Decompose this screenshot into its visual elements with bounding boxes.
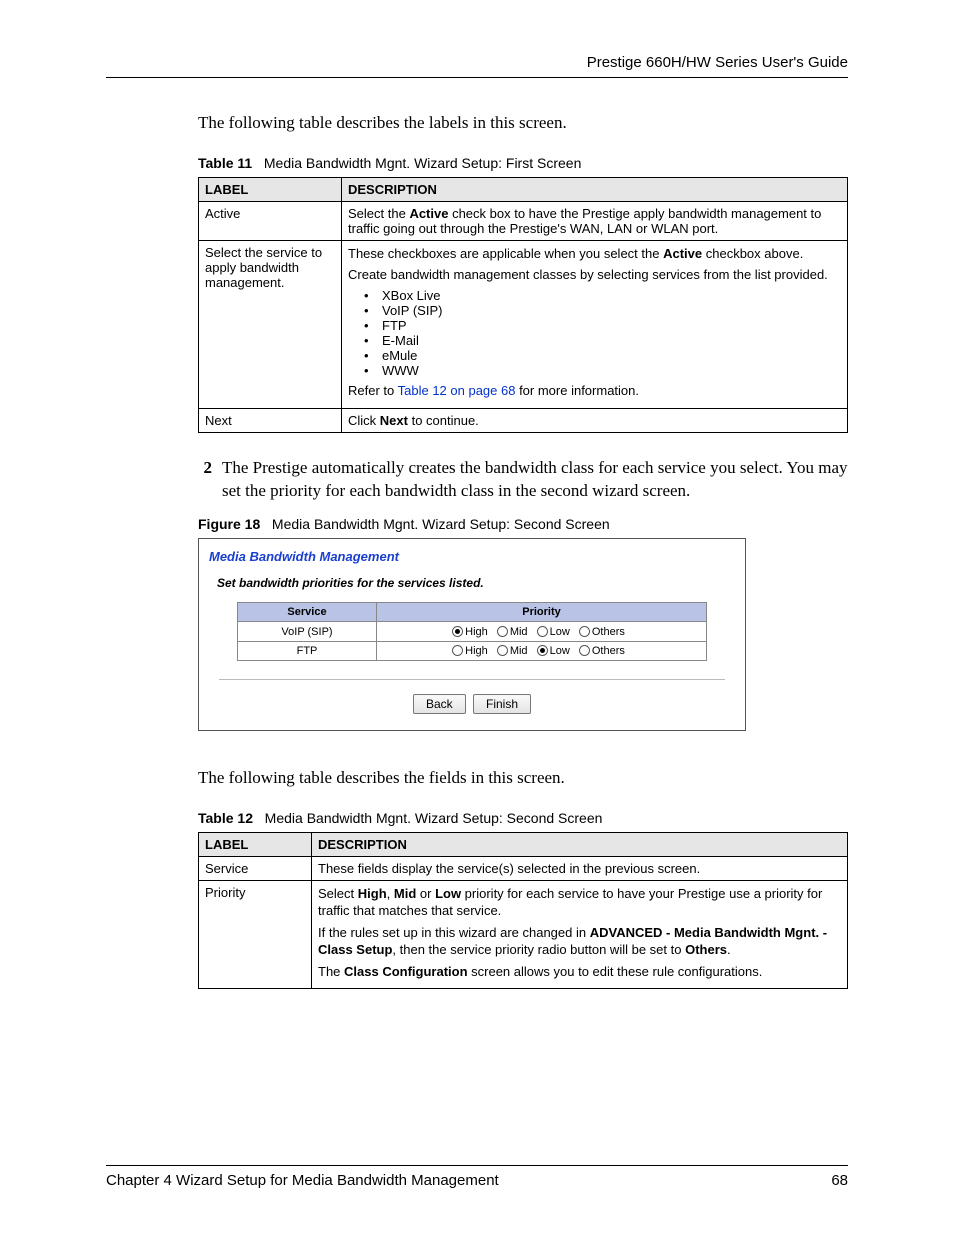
cell-desc: Click Next to continue. — [342, 408, 848, 432]
running-header: Prestige 660H/HW Series User's Guide — [106, 54, 848, 77]
priority-options: High Mid Low Others — [377, 622, 707, 641]
cell-label: Next — [199, 408, 342, 432]
table-row: Next Click Next to continue. — [199, 408, 848, 432]
wizard-title: Media Bandwidth Management — [209, 549, 735, 564]
table-12: LABEL DESCRIPTION Service These fields d… — [198, 832, 848, 990]
table-12-head-desc: DESCRIPTION — [312, 832, 848, 856]
cell-label: Select the service to apply bandwidth ma… — [199, 240, 342, 408]
table-12-caption-number: Table 12 — [198, 810, 253, 826]
footer-page-number: 68 — [831, 1172, 848, 1189]
step-text: The Prestige automatically creates the b… — [222, 457, 848, 503]
table-12-caption-title: Media Bandwidth Mgnt. Wizard Setup: Seco… — [265, 810, 603, 826]
list-item: FTP — [364, 318, 841, 333]
radio-low[interactable] — [537, 645, 548, 656]
list-item: XBox Live — [364, 288, 841, 303]
cell-desc: These fields display the service(s) sele… — [312, 856, 848, 880]
priority-head-priority: Priority — [377, 603, 707, 622]
cell-desc: Select the Active check box to have the … — [342, 201, 848, 240]
table-11-caption: Table 11 Media Bandwidth Mgnt. Wizard Se… — [198, 155, 848, 171]
intro-paragraph-2: The following table describes the fields… — [198, 767, 848, 790]
priority-options: High Mid Low Others — [377, 641, 707, 660]
table-row: Active Select the Active check box to ha… — [199, 201, 848, 240]
radio-low[interactable] — [537, 626, 548, 637]
list-item: eMule — [364, 348, 841, 363]
radio-others[interactable] — [579, 645, 590, 656]
footer-rule — [106, 1165, 848, 1166]
list-item: E-Mail — [364, 333, 841, 348]
table-12-head-label: LABEL — [199, 832, 312, 856]
cell-label: Active — [199, 201, 342, 240]
service-list: XBox Live VoIP (SIP) FTP E-Mail eMule WW… — [348, 288, 841, 378]
priority-row: FTP High Mid Low Others — [238, 641, 707, 660]
list-item: WWW — [364, 363, 841, 378]
header-rule — [106, 77, 848, 78]
cell-label: Priority — [199, 880, 312, 989]
table-12-caption: Table 12 Media Bandwidth Mgnt. Wizard Se… — [198, 810, 848, 826]
step-number: 2 — [198, 457, 212, 503]
priority-row: VoIP (SIP) High Mid Low Others — [238, 622, 707, 641]
radio-others[interactable] — [579, 626, 590, 637]
intro-paragraph-1: The following table describes the labels… — [198, 112, 848, 135]
table-row: Select the service to apply bandwidth ma… — [199, 240, 848, 408]
cell-label: Service — [199, 856, 312, 880]
step-2: 2 The Prestige automatically creates the… — [198, 457, 848, 503]
list-item: VoIP (SIP) — [364, 303, 841, 318]
radio-high[interactable] — [452, 626, 463, 637]
table-row: Priority Select High, Mid or Low priorit… — [199, 880, 848, 989]
wizard-subtitle: Set bandwidth priorities for the service… — [217, 576, 735, 590]
radio-mid[interactable] — [497, 645, 508, 656]
figure-18-caption-title: Media Bandwidth Mgnt. Wizard Setup: Seco… — [272, 516, 610, 532]
table-11: LABEL DESCRIPTION Active Select the Acti… — [198, 177, 848, 433]
divider — [219, 679, 725, 680]
back-button[interactable]: Back — [413, 694, 466, 714]
radio-high[interactable] — [452, 645, 463, 656]
table-11-caption-title: Media Bandwidth Mgnt. Wizard Setup: Firs… — [264, 155, 581, 171]
table-11-head-desc: DESCRIPTION — [342, 177, 848, 201]
priority-table: Service Priority VoIP (SIP) High Mid Low… — [237, 602, 707, 660]
cross-reference-link[interactable]: Table 12 on page 68 — [398, 383, 516, 398]
finish-button[interactable]: Finish — [473, 694, 531, 714]
figure-18-caption-number: Figure 18 — [198, 516, 260, 532]
priority-service: VoIP (SIP) — [238, 622, 377, 641]
radio-mid[interactable] — [497, 626, 508, 637]
priority-head-service: Service — [238, 603, 377, 622]
table-11-head-label: LABEL — [199, 177, 342, 201]
priority-service: FTP — [238, 641, 377, 660]
figure-18-caption: Figure 18 Media Bandwidth Mgnt. Wizard S… — [198, 516, 848, 532]
cell-desc: Select High, Mid or Low priority for eac… — [312, 880, 848, 989]
table-row: Service These fields display the service… — [199, 856, 848, 880]
footer-chapter: Chapter 4 Wizard Setup for Media Bandwid… — [106, 1172, 499, 1189]
table-11-caption-number: Table 11 — [198, 155, 252, 171]
cell-desc: These checkboxes are applicable when you… — [342, 240, 848, 408]
figure-18-screenshot: Media Bandwidth Management Set bandwidth… — [198, 538, 746, 730]
